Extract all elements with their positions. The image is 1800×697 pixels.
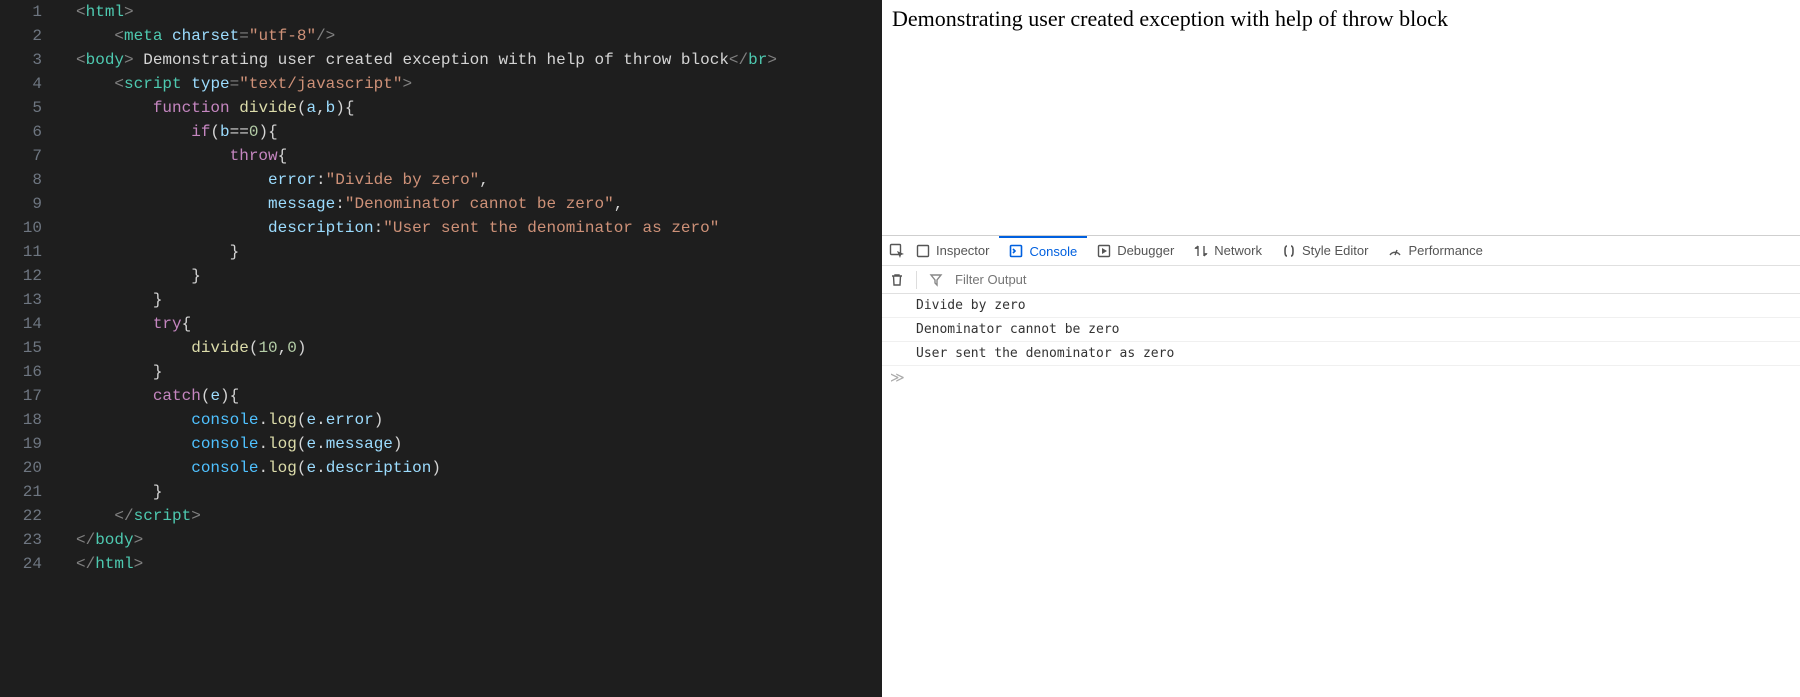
tab-performance[interactable]: Performance — [1378, 236, 1492, 265]
code-line[interactable]: throw{ — [76, 144, 882, 168]
tab-label: Inspector — [936, 243, 989, 258]
console-icon — [1009, 244, 1023, 258]
clear-console-icon[interactable] — [888, 271, 906, 289]
code-line[interactable]: } — [76, 480, 882, 504]
line-number: 21 — [0, 480, 42, 504]
tab-label: Performance — [1408, 243, 1482, 258]
performance-icon — [1388, 244, 1402, 258]
console-row: Divide by zero — [882, 294, 1800, 318]
code-line[interactable]: } — [76, 240, 882, 264]
code-line[interactable]: console.log(e.error) — [76, 408, 882, 432]
element-picker-icon[interactable] — [888, 242, 906, 260]
code-editor[interactable]: 123456789101112131415161718192021222324 … — [0, 0, 882, 697]
line-number: 4 — [0, 72, 42, 96]
tab-console[interactable]: Console — [999, 236, 1087, 265]
code-line[interactable]: if(b==0){ — [76, 120, 882, 144]
network-icon — [1194, 244, 1208, 258]
devtools-tabbar: Inspector Console Debugger Network — [882, 236, 1800, 266]
line-number: 13 — [0, 288, 42, 312]
line-number-gutter: 123456789101112131415161718192021222324 — [0, 0, 62, 697]
code-line[interactable]: <script type="text/javascript"> — [76, 72, 882, 96]
console-row: Denominator cannot be zero — [882, 318, 1800, 342]
code-line[interactable]: description:"User sent the denominator a… — [76, 216, 882, 240]
filter-icon[interactable] — [927, 271, 945, 289]
tab-label: Debugger — [1117, 243, 1174, 258]
line-number: 16 — [0, 360, 42, 384]
line-number: 6 — [0, 120, 42, 144]
tab-network[interactable]: Network — [1184, 236, 1272, 265]
console-prompt[interactable]: ≫ — [882, 366, 1800, 390]
line-number: 24 — [0, 552, 42, 576]
tab-label: Console — [1029, 244, 1077, 259]
code-area[interactable]: <html> <meta charset="utf-8"/><body> Dem… — [62, 0, 882, 697]
line-number: 9 — [0, 192, 42, 216]
console-filter-input[interactable] — [955, 272, 1800, 287]
console-row: User sent the denominator as zero — [882, 342, 1800, 366]
line-number: 23 — [0, 528, 42, 552]
line-number: 2 — [0, 24, 42, 48]
tab-style-editor[interactable]: Style Editor — [1272, 236, 1378, 265]
line-number: 10 — [0, 216, 42, 240]
style-editor-icon — [1282, 244, 1296, 258]
code-line[interactable]: console.log(e.description) — [76, 456, 882, 480]
line-number: 7 — [0, 144, 42, 168]
console-output: Divide by zeroDenominator cannot be zero… — [882, 294, 1800, 390]
line-number: 20 — [0, 456, 42, 480]
code-line[interactable]: message:"Denominator cannot be zero", — [76, 192, 882, 216]
line-number: 5 — [0, 96, 42, 120]
line-number: 11 — [0, 240, 42, 264]
line-number: 17 — [0, 384, 42, 408]
line-number: 22 — [0, 504, 42, 528]
line-number: 8 — [0, 168, 42, 192]
debugger-icon — [1097, 244, 1111, 258]
tab-label: Style Editor — [1302, 243, 1368, 258]
code-line[interactable]: } — [76, 360, 882, 384]
page-body-text: Demonstrating user created exception wit… — [892, 6, 1448, 31]
code-line[interactable]: function divide(a,b){ — [76, 96, 882, 120]
code-line[interactable]: divide(10,0) — [76, 336, 882, 360]
code-line[interactable]: console.log(e.message) — [76, 432, 882, 456]
code-line[interactable]: error:"Divide by zero", — [76, 168, 882, 192]
line-number: 12 — [0, 264, 42, 288]
rendered-page: Demonstrating user created exception wit… — [882, 0, 1800, 235]
code-line[interactable]: } — [76, 288, 882, 312]
code-line[interactable]: <body> Demonstrating user created except… — [76, 48, 882, 72]
code-line[interactable]: <html> — [76, 0, 882, 24]
line-number: 18 — [0, 408, 42, 432]
code-line[interactable]: </html> — [76, 552, 882, 576]
console-toolbar — [882, 266, 1800, 294]
code-line[interactable]: </body> — [76, 528, 882, 552]
devtools-panel: Inspector Console Debugger Network — [882, 235, 1800, 697]
code-line[interactable]: catch(e){ — [76, 384, 882, 408]
line-number: 14 — [0, 312, 42, 336]
line-number: 3 — [0, 48, 42, 72]
tab-label: Network — [1214, 243, 1262, 258]
tab-inspector[interactable]: Inspector — [906, 236, 999, 265]
tab-debugger[interactable]: Debugger — [1087, 236, 1184, 265]
line-number: 15 — [0, 336, 42, 360]
inspector-icon — [916, 244, 930, 258]
code-line[interactable]: <meta charset="utf-8"/> — [76, 24, 882, 48]
line-number: 1 — [0, 0, 42, 24]
browser-pane: Demonstrating user created exception wit… — [882, 0, 1800, 697]
code-line[interactable]: </script> — [76, 504, 882, 528]
line-number: 19 — [0, 432, 42, 456]
code-line[interactable]: } — [76, 264, 882, 288]
code-line[interactable]: try{ — [76, 312, 882, 336]
